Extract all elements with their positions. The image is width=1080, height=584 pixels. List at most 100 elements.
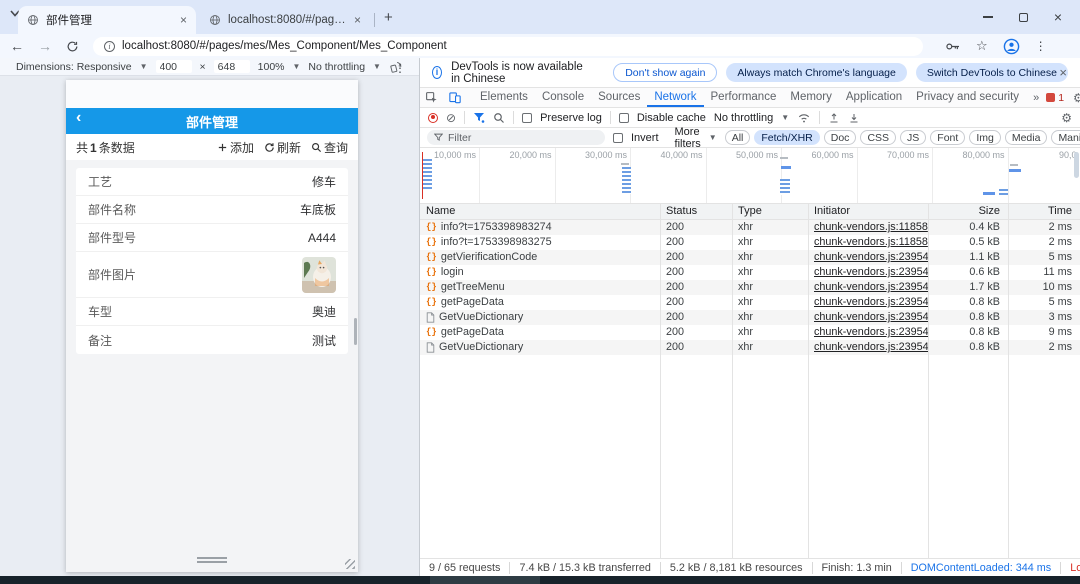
device-corner-resize-handle[interactable] <box>345 559 355 569</box>
network-table-header[interactable]: Name Status Type Initiator Size Time <box>420 204 1080 220</box>
chip-js[interactable]: JS <box>900 130 926 145</box>
tab-sources[interactable]: Sources <box>591 88 647 107</box>
window-maximize-icon[interactable] <box>1019 13 1028 22</box>
chip-img[interactable]: Img <box>969 130 1001 145</box>
infobar-close-icon[interactable]: × <box>1059 65 1067 80</box>
app-back-icon[interactable]: ‹ <box>76 109 81 127</box>
table-row[interactable]: {}info?t=1753398983274200xhrchunk-vendor… <box>420 220 1080 235</box>
app-action-refresh[interactable]: 刷新 <box>264 139 301 156</box>
preserve-log-checkbox[interactable] <box>522 113 532 123</box>
dimensions-select[interactable]: Dimensions: Responsive <box>16 61 132 73</box>
new-tab-button[interactable]: + <box>384 9 393 26</box>
zoom-select[interactable]: 100% <box>258 61 285 73</box>
initiator-link[interactable]: chunk-vendors.js:23954 <box>814 326 928 338</box>
filter-toggle-icon[interactable] <box>473 112 485 123</box>
toggle-device-toolbar-icon[interactable] <box>443 88 467 107</box>
switch-to-chinese-button[interactable]: Switch DevTools to Chinese <box>916 63 1068 82</box>
column-header-size[interactable]: Size <box>928 204 1008 219</box>
column-header-name[interactable]: Name <box>420 204 660 219</box>
network-overview-timeline[interactable]: 10,000 ms20,000 ms30,000 ms40,000 ms50,0… <box>420 148 1080 204</box>
app-action-plus[interactable]: 添加 <box>217 139 254 156</box>
initiator-link[interactable]: chunk-vendors.js:23954 <box>814 341 928 353</box>
request-name[interactable]: {}getTreeMenu <box>420 280 660 295</box>
initiator-link[interactable]: chunk-vendors.js:11858 <box>814 236 928 248</box>
dont-show-again-button[interactable]: Don't show again <box>613 63 717 82</box>
window-close-icon[interactable]: × <box>1054 10 1062 24</box>
window-minimize-icon[interactable] <box>983 16 993 17</box>
request-name[interactable]: {}getPageData <box>420 325 660 340</box>
initiator-link[interactable]: chunk-vendors.js:23954 <box>814 311 928 323</box>
tab-console[interactable]: Console <box>535 88 591 107</box>
column-header-initiator[interactable]: Initiator <box>808 204 928 219</box>
app-action-search[interactable]: 查询 <box>311 139 348 156</box>
request-name[interactable]: {}info?t=1753398983275 <box>420 235 660 250</box>
more-filters-select[interactable]: More filters <box>675 126 701 150</box>
chip-doc[interactable]: Doc <box>824 130 857 145</box>
network-conditions-icon[interactable] <box>797 112 811 124</box>
request-name[interactable]: GetVueDictionary <box>420 340 660 355</box>
disable-cache-checkbox[interactable] <box>619 113 629 123</box>
throttling-select[interactable]: No throttling <box>308 61 365 73</box>
table-row[interactable]: {}login200xhrchunk-vendors.js:239540.6 k… <box>420 265 1080 280</box>
bookmark-star-icon[interactable]: ☆ <box>976 38 988 54</box>
tab-network[interactable]: Network <box>647 88 703 107</box>
initiator-link[interactable]: chunk-vendors.js:23954 <box>814 266 928 278</box>
tab-application[interactable]: Application <box>839 88 909 107</box>
chip-css[interactable]: CSS <box>860 130 896 145</box>
password-key-icon[interactable] <box>945 40 961 53</box>
component-image[interactable] <box>302 257 336 293</box>
issues-badge[interactable]: 1 <box>1046 92 1064 104</box>
export-har-icon[interactable] <box>848 112 860 124</box>
browser-tab-inactive[interactable]: localhost:8080/#/pages/men × <box>200 6 370 34</box>
tab-privacy-and-security[interactable]: Privacy and security <box>909 88 1026 107</box>
browser-menu-icon[interactable]: ⋮ <box>1035 39 1047 53</box>
device-height-input[interactable] <box>214 60 250 73</box>
initiator-link[interactable]: chunk-vendors.js:11858 <box>814 221 928 233</box>
browser-tab-active[interactable]: 部件管理 × <box>18 6 196 34</box>
component-detail-card[interactable]: 工艺修车部件名称车底板部件型号A444部件图片车型奥迪备注测试 <box>76 168 348 354</box>
reload-icon[interactable] <box>66 40 79 53</box>
table-row[interactable]: {}getVierificationCode200xhrchunk-vendor… <box>420 250 1080 265</box>
request-name[interactable]: {}login <box>420 265 660 280</box>
request-name[interactable]: GetVueDictionary <box>420 310 660 325</box>
profile-avatar-icon[interactable] <box>1003 38 1020 55</box>
back-icon[interactable]: ← <box>10 38 24 54</box>
record-network-log-icon[interactable] <box>428 113 438 123</box>
tab-elements[interactable]: Elements <box>473 88 535 107</box>
chip-fetchxhr[interactable]: Fetch/XHR <box>754 130 819 145</box>
initiator-link[interactable]: chunk-vendors.js:23954 <box>814 296 928 308</box>
page-scrollbar[interactable] <box>354 318 357 345</box>
column-header-type[interactable]: Type <box>732 204 808 219</box>
chip-font[interactable]: Font <box>930 130 965 145</box>
table-row[interactable]: GetVueDictionary200xhrchunk-vendors.js:2… <box>420 340 1080 355</box>
inspect-element-icon[interactable] <box>420 88 443 107</box>
request-name[interactable]: {}getPageData <box>420 295 660 310</box>
address-bar[interactable]: i localhost:8080/#/pages/mes/Mes_Compone… <box>93 37 923 56</box>
match-language-button[interactable]: Always match Chrome's language <box>726 63 906 82</box>
timeline-scrollbar[interactable] <box>1074 152 1079 178</box>
chip-media[interactable]: Media <box>1005 130 1048 145</box>
table-row[interactable]: GetVueDictionary200xhrchunk-vendors.js:2… <box>420 310 1080 325</box>
network-throttling-select[interactable]: No throttling <box>714 112 773 124</box>
import-har-icon[interactable] <box>828 112 840 124</box>
initiator-link[interactable]: chunk-vendors.js:23954 <box>814 251 928 263</box>
forward-icon[interactable]: → <box>38 38 52 54</box>
chip-manifest[interactable]: Manifest <box>1051 130 1080 145</box>
tab-memory[interactable]: Memory <box>783 88 839 107</box>
invert-checkbox[interactable] <box>613 133 623 143</box>
table-row[interactable]: {}getPageData200xhrchunk-vendors.js:2395… <box>420 295 1080 310</box>
clear-network-log-icon[interactable]: ⊘ <box>446 112 456 124</box>
initiator-link[interactable]: chunk-vendors.js:23954 <box>814 281 928 293</box>
more-tabs-button[interactable]: » <box>1026 88 1046 107</box>
device-width-input[interactable] <box>156 60 192 73</box>
search-network-icon[interactable] <box>493 112 505 124</box>
filter-input[interactable] <box>427 130 605 145</box>
device-toolbar-menu-icon[interactable]: ⋮ <box>394 61 406 75</box>
tab-close-icon[interactable]: × <box>354 13 361 27</box>
network-settings-icon[interactable]: ⚙ <box>1061 111 1072 125</box>
filter-text-input[interactable] <box>448 132 598 144</box>
site-info-icon[interactable]: i <box>104 41 115 52</box>
request-name[interactable]: {}info?t=1753398983274 <box>420 220 660 235</box>
tab-performance[interactable]: Performance <box>704 88 784 107</box>
column-header-status[interactable]: Status <box>660 204 732 219</box>
